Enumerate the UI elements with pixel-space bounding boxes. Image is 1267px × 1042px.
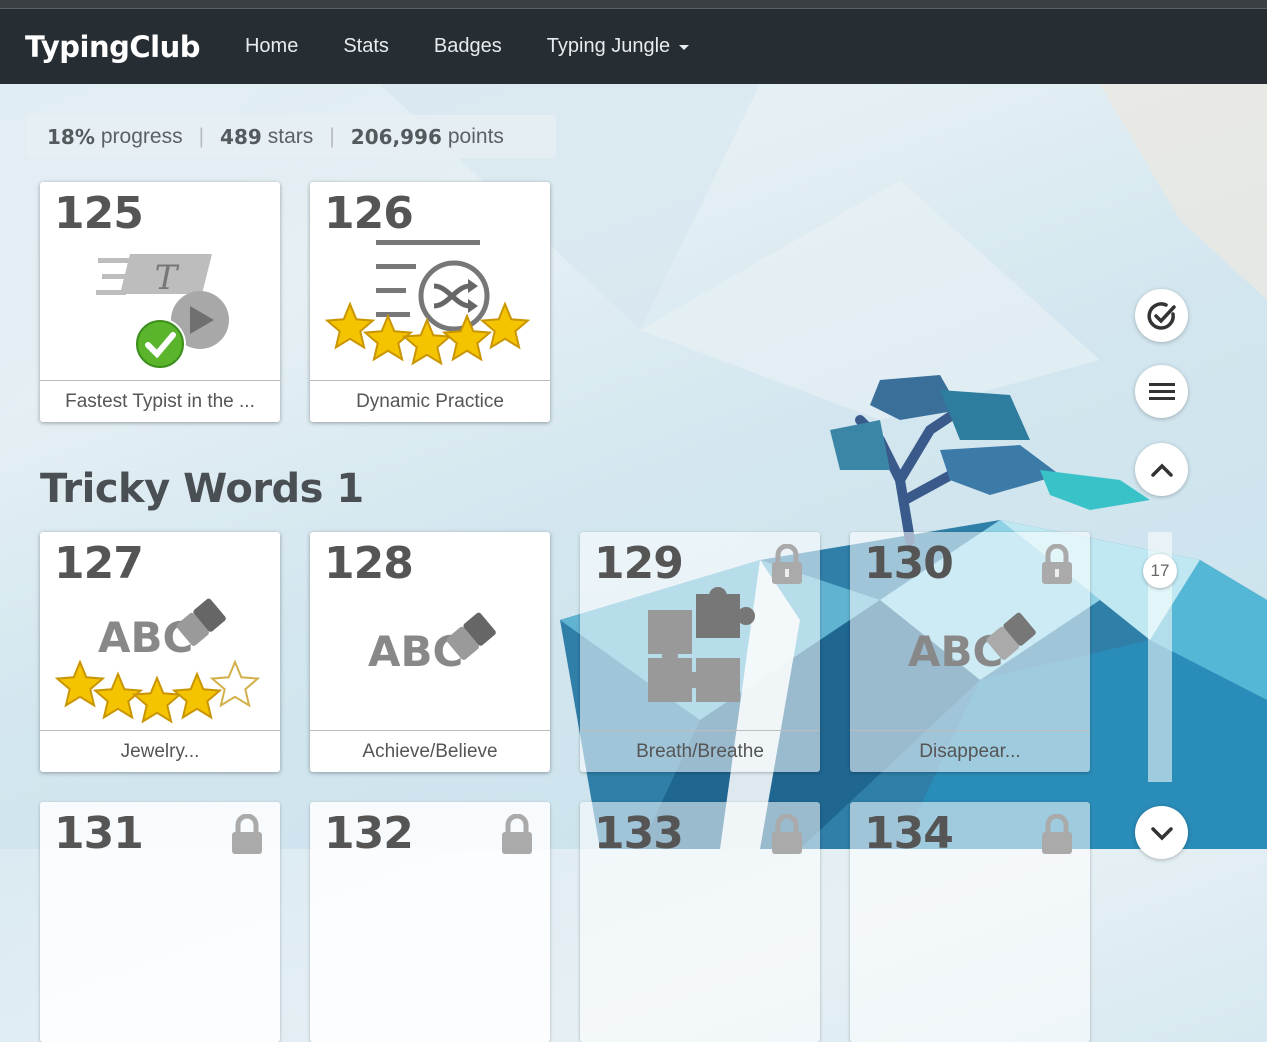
- puzzle-icon: [648, 587, 755, 702]
- abc-eraser-icon: ABC: [54, 598, 261, 724]
- abc-glyph: ABC: [368, 627, 463, 676]
- lesson-card-133[interactable]: 133: [580, 802, 820, 1042]
- top-navbar: TypingClub Home Stats Badges Typing Jung…: [0, 9, 1267, 84]
- scroll-up-button[interactable]: [1135, 443, 1188, 496]
- lesson-title: Achieve/Believe: [310, 730, 550, 772]
- abc-glyph: ABC: [98, 613, 193, 662]
- chevron-down-icon: [1150, 826, 1173, 840]
- hamburger-icon: [1148, 382, 1175, 400]
- scroll-thumb[interactable]: 17: [1143, 554, 1177, 588]
- menu-button[interactable]: [1135, 365, 1188, 418]
- dynamic-practice-icon: [324, 240, 531, 366]
- lesson-card-126[interactable]: 126 Dynamic Practice: [310, 182, 550, 422]
- lesson-number: 134: [864, 808, 954, 859]
- caret-down-icon: [679, 45, 690, 50]
- nav-typing-jungle-dropdown[interactable]: Typing Jungle: [546, 35, 690, 58]
- lesson-card-130[interactable]: 130 ABC Disappear...: [850, 532, 1090, 772]
- check-circle-icon: [1146, 301, 1176, 330]
- lesson-number: 131: [54, 808, 144, 859]
- nav-badges[interactable]: Badges: [434, 35, 502, 58]
- filled-star-icon: [131, 675, 183, 724]
- lock-icon: [502, 814, 532, 854]
- speed-typing-icon: T: [96, 254, 229, 370]
- lesson-number: 132: [324, 808, 414, 859]
- lesson-card-128[interactable]: 128 ABC Achieve/Believe: [310, 532, 550, 772]
- progress-percent: 18%: [47, 124, 95, 149]
- abc-eraser-icon: ABC: [908, 612, 1036, 676]
- lock-icon: [1042, 814, 1072, 854]
- abc-glyph: ABC: [908, 627, 1003, 676]
- lesson-card-132[interactable]: 132: [310, 802, 550, 1042]
- stars-label: stars: [267, 124, 314, 148]
- lock-icon: [232, 814, 262, 854]
- lesson-title: Fastest Typist in the ...: [40, 380, 280, 422]
- filled-star-icon: [479, 301, 531, 350]
- lesson-card-134[interactable]: 134: [850, 802, 1090, 1042]
- scroll-down-button[interactable]: [1135, 806, 1188, 859]
- four-star-rating-icon: [54, 659, 261, 724]
- lock-icon: [772, 544, 802, 584]
- lesson-title: Jewelry...: [40, 730, 280, 772]
- lesson-title: Dynamic Practice: [310, 380, 550, 422]
- brand-logo[interactable]: TypingClub: [25, 30, 200, 64]
- separator: |: [198, 124, 205, 148]
- lesson-card-127[interactable]: 127 ABC Jewelry...: [40, 532, 280, 772]
- points-label: points: [447, 124, 504, 148]
- window-top-border: [0, 0, 1267, 9]
- lesson-card-129[interactable]: 129 Breath/Breathe: [580, 532, 820, 772]
- lock-icon: [772, 814, 802, 854]
- filled-star-icon: [324, 301, 376, 350]
- lock-icon: [1042, 544, 1072, 584]
- lesson-number: 133: [594, 808, 684, 859]
- abc-eraser-icon: ABC: [368, 612, 496, 676]
- lesson-title: Disappear...: [850, 730, 1090, 772]
- completed-check-icon: [134, 318, 186, 370]
- chevron-up-icon: [1150, 463, 1173, 477]
- filled-star-icon: [54, 659, 106, 708]
- lesson-card-125[interactable]: 125 T Fastest Typist in the ...: [40, 182, 280, 422]
- stars-count: 489: [220, 124, 262, 149]
- lesson-title: Breath/Breathe: [580, 730, 820, 772]
- check-progress-button[interactable]: [1135, 289, 1188, 342]
- empty-star-icon: [209, 659, 261, 708]
- lesson-card-131[interactable]: 131: [40, 802, 280, 1042]
- nav-home[interactable]: Home: [245, 35, 298, 58]
- typed-t-glyph: T: [155, 258, 180, 298]
- nav-stats[interactable]: Stats: [343, 35, 389, 58]
- points-count: 206,996: [350, 124, 442, 149]
- section-title: Tricky Words 1: [40, 466, 364, 512]
- progress-label: progress: [100, 124, 183, 148]
- separator: |: [329, 124, 335, 148]
- nav-dropdown-label: Typing Jungle: [546, 35, 671, 57]
- progress-summary: 18% progress | 489 stars | 206,996 point…: [26, 115, 556, 158]
